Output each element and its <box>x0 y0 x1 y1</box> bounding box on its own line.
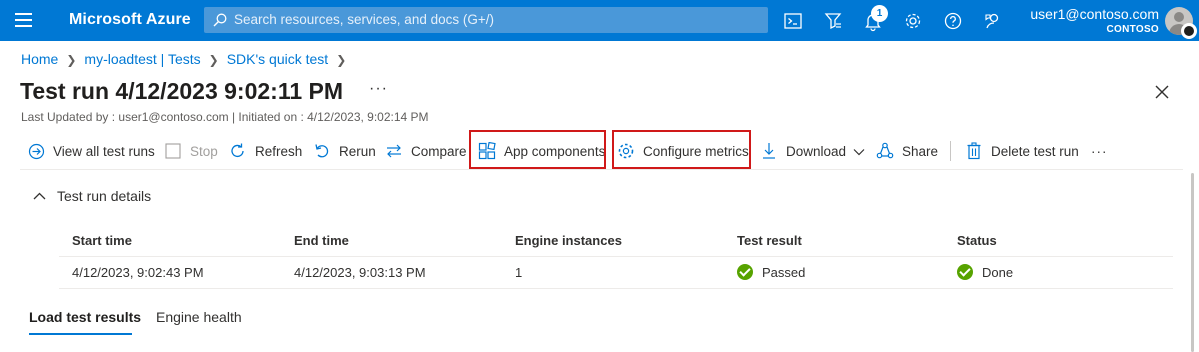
search-input[interactable]: Search resources, services, and docs (G+… <box>204 7 768 33</box>
chevron-right-icon: ❯ <box>336 53 347 67</box>
rerun-icon <box>313 142 331 160</box>
row-divider <box>59 288 1173 289</box>
stop-label: Stop <box>190 143 218 159</box>
refresh-icon <box>229 142 247 160</box>
settings-icon[interactable] <box>902 10 924 32</box>
more-commands-button[interactable]: ··· <box>1091 132 1108 170</box>
status-value: Done <box>982 264 1014 280</box>
notification-count-badge: 1 <box>871 5 888 22</box>
stop-icon <box>164 142 182 160</box>
cell-status: Done <box>957 264 1013 280</box>
trash-icon <box>965 142 983 160</box>
configure-metrics-button[interactable]: Configure metrics <box>617 132 749 170</box>
close-icon[interactable] <box>1154 84 1170 100</box>
breadcrumb-test[interactable]: SDK's quick test <box>227 51 329 67</box>
refresh-label: Refresh <box>255 143 303 159</box>
column-header-test-result: Test result <box>737 233 802 248</box>
column-header-end-time: End time <box>294 233 349 248</box>
account-tenant: CONTOSO <box>1106 24 1159 35</box>
compare-icon <box>385 142 403 160</box>
page-subtitle: Last Updated by : user1@contoso.com | In… <box>21 110 429 124</box>
app-components-button[interactable]: App components <box>478 132 605 170</box>
chevron-right-icon: ❯ <box>208 53 219 67</box>
refresh-button[interactable]: Refresh <box>229 132 302 170</box>
portal-menu-icon[interactable] <box>15 13 32 28</box>
gear-icon <box>617 142 635 160</box>
arrow-circle-icon <box>27 142 45 160</box>
cell-start-time: 4/12/2023, 9:02:43 PM <box>72 265 204 280</box>
test-result-value: Passed <box>762 264 806 280</box>
page-title: Test run 4/12/2023 9:02:11 PM <box>20 78 344 104</box>
section-title: Test run details <box>57 188 152 204</box>
delete-label: Delete test run <box>991 143 1079 159</box>
share-icon <box>876 142 894 160</box>
share-label: Share <box>902 143 939 159</box>
search-icon <box>213 13 227 27</box>
breadcrumb-loadtest-tests[interactable]: my-loadtest | Tests <box>84 51 200 67</box>
column-header-engine-instances: Engine instances <box>515 233 622 248</box>
command-bar: View all test runs Stop Refresh Rerun Co… <box>0 132 1199 170</box>
account-menu[interactable]: user1@contoso.com CONTOSO <box>1030 6 1159 35</box>
active-tab-indicator <box>29 333 132 335</box>
feedback-icon[interactable] <box>982 10 1004 32</box>
app-components-icon <box>478 142 496 160</box>
download-button[interactable]: Download <box>760 132 865 170</box>
cell-test-result: Passed <box>737 264 805 280</box>
cell-end-time: 4/12/2023, 9:03:13 PM <box>294 265 426 280</box>
cloud-shell-icon[interactable] <box>782 10 804 32</box>
view-all-label: View all test runs <box>53 143 155 159</box>
view-all-test-runs-button[interactable]: View all test runs <box>27 132 155 170</box>
test-run-details-toggle[interactable]: Test run details <box>33 188 151 204</box>
breadcrumb-home[interactable]: Home <box>21 51 58 67</box>
breadcrumb: Home ❯ my-loadtest | Tests ❯ SDK's quick tes… <box>21 51 354 67</box>
chevron-up-icon <box>33 192 46 200</box>
title-more-button[interactable]: ··· <box>369 80 388 98</box>
header-divider <box>59 256 1173 257</box>
rerun-button[interactable]: Rerun <box>313 132 376 170</box>
directory-filter-icon[interactable] <box>822 10 844 32</box>
command-bar-divider <box>20 169 1183 170</box>
compare-button[interactable]: Compare <box>385 132 467 170</box>
stop-button[interactable]: Stop <box>164 132 218 170</box>
column-header-status: Status <box>957 233 997 248</box>
checkmark-circle-icon <box>957 264 973 280</box>
command-separator <box>950 141 951 161</box>
github-icon <box>1181 23 1197 39</box>
top-bar: Microsoft Azure Search resources, servic… <box>0 0 1199 41</box>
delete-test-run-button[interactable]: Delete test run <box>965 132 1079 170</box>
share-button[interactable]: Share <box>876 132 938 170</box>
column-header-start-time: Start time <box>72 233 132 248</box>
tab-load-test-results[interactable]: Load test results <box>29 309 141 325</box>
help-icon[interactable] <box>942 10 964 32</box>
chevron-right-icon: ❯ <box>66 53 77 67</box>
configure-metrics-label: Configure metrics <box>643 143 749 159</box>
checkmark-circle-icon <box>737 264 753 280</box>
brand-title[interactable]: Microsoft Azure <box>69 11 191 29</box>
download-label: Download <box>786 143 847 159</box>
app-components-label: App components <box>504 143 606 159</box>
search-placeholder: Search resources, services, and docs (G+… <box>234 12 494 27</box>
rerun-label: Rerun <box>339 143 376 159</box>
tab-engine-health[interactable]: Engine health <box>156 309 242 325</box>
compare-label: Compare <box>411 143 467 159</box>
download-icon <box>760 142 778 160</box>
chevron-down-icon <box>853 144 865 159</box>
vertical-scrollbar[interactable] <box>1191 173 1194 352</box>
account-email: user1@contoso.com <box>1030 6 1159 22</box>
cell-engine-instances: 1 <box>515 265 523 280</box>
